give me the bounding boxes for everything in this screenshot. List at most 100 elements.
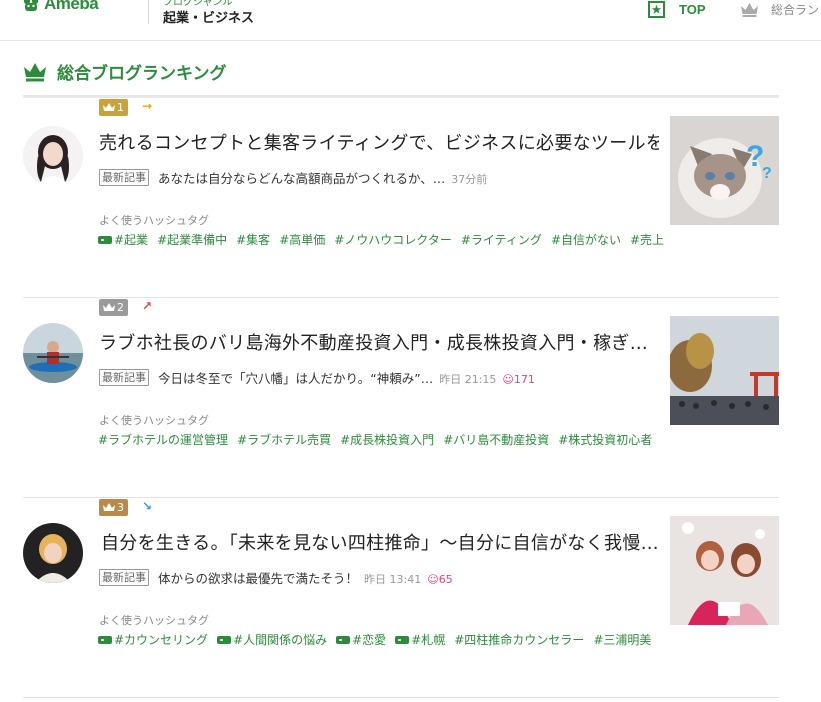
- site-header: Ameba ブログジャンル 起業・ビジネス TOP 総合ラン: [0, 0, 821, 41]
- rank-badge: 1: [99, 99, 128, 116]
- hashtag-label: よく使うハッシュタグ: [99, 414, 209, 427]
- crown-icon: [103, 302, 115, 311]
- rank-badge: 2: [99, 299, 128, 316]
- hashtag-link[interactable]: #カウンセリング: [98, 631, 208, 648]
- article-time: 昨日 21:15: [439, 373, 497, 386]
- hashtag-text: #三浦明美: [593, 633, 652, 647]
- hashtag-text: #バリ島不動産投資: [443, 433, 550, 447]
- hashtag-text: #札幌: [411, 633, 446, 647]
- latest-article[interactable]: 今日は冬至で「穴八幡」は人だかり。“神頼み”… 昨日 21:15 ☺171: [158, 368, 535, 387]
- hashtag-text: #ラブホテルの運営管理: [98, 433, 229, 447]
- blog-title[interactable]: 自分を生きる。「未来を見ない四柱推命」〜自分に自信がなく我慢…: [101, 529, 661, 555]
- avatar-image: [23, 323, 83, 383]
- entry-divider: [23, 697, 779, 698]
- nav-ranking-link[interactable]: 総合ラン: [740, 1, 819, 18]
- hashtag-text: #ライティング: [460, 233, 542, 247]
- star-box-icon: [648, 1, 665, 18]
- hashtag-text: #恋愛: [352, 633, 387, 647]
- thumbnail-image: ? ?: [670, 116, 779, 225]
- hashtag-text: #ラブホテル売買: [237, 433, 332, 447]
- latest-article[interactable]: 体からの欲求は最優先で満たそう！ 昨日 13:41 ☺65: [158, 568, 453, 587]
- hashtag-link[interactable]: #自信がない: [551, 231, 621, 248]
- ticket-icon: [217, 635, 232, 644]
- latest-article-label: 最新記事: [99, 369, 149, 386]
- hashtag-label: よく使うハッシュタグ: [99, 214, 209, 227]
- nav-ranking-label: 総合ラン: [771, 3, 820, 17]
- crown-icon: [103, 102, 115, 111]
- hashtag-list: #起業 #起業準備中 #集客 #高単価 #ノウハウコレクター #ライティング #自信がない #…: [98, 231, 664, 248]
- ticket-icon: [98, 635, 112, 644]
- blog-title[interactable]: ラブホ社長のバリ島海外不動産投資入門・成長株投資入門・稼ぎ…: [99, 329, 659, 355]
- crown-icon: [103, 502, 115, 511]
- rank-number: 1: [117, 101, 124, 114]
- latest-article-text: 今日は冬至で「穴八幡」は人だかり。“神頼み”…: [158, 371, 434, 386]
- hashtag-text: #カウンセリング: [114, 633, 209, 647]
- avatar[interactable]: [23, 126, 83, 186]
- hashtag-text: #高単価: [279, 233, 326, 247]
- avatar-image: [23, 126, 83, 186]
- arrow-up-icon: ↗: [142, 299, 153, 313]
- hashtag-link[interactable]: #成長株投資入門: [340, 431, 434, 448]
- hashtag-text: #成長株投資入門: [340, 433, 435, 447]
- header-divider: [148, 0, 149, 24]
- ranking-section-title: 総合ブログランキング: [23, 59, 227, 84]
- hashtag-list: #カウンセリング #人間関係の悩み #恋愛 #札幌 #四柱推命カウンセラー #三浦明美: [98, 631, 651, 648]
- hashtag-link[interactable]: #集客: [236, 231, 270, 248]
- hashtag-label: よく使うハッシュタグ: [99, 614, 209, 627]
- avatar[interactable]: [23, 523, 83, 583]
- thumbnail-image: [670, 516, 779, 625]
- hashtag-link[interactable]: #三浦明美: [593, 631, 651, 648]
- svg-text:?: ?: [762, 165, 772, 182]
- hashtag-list: #ラブホテルの運営管理 #ラブホテル売買 #成長株投資入門 #バリ島不動産投資 #株式投…: [98, 431, 652, 448]
- ameba-logo[interactable]: Ameba: [22, 0, 99, 14]
- ranking-entry-1: 1 → 売れるコンセプトと集客ライティングで、ビジネスに必要なツールを… 最新記…: [23, 98, 779, 298]
- hashtag-link[interactable]: #起業: [98, 231, 148, 248]
- hashtag-text: #人間関係の悩み: [233, 633, 328, 647]
- smile-icon: ☺: [502, 373, 514, 386]
- hashtag-link[interactable]: #ライティング: [461, 231, 542, 248]
- likes-value: 65: [438, 573, 453, 586]
- avatar[interactable]: [23, 323, 83, 383]
- hashtag-link[interactable]: #起業準備中: [157, 231, 227, 248]
- ameba-logo-icon: [23, 0, 39, 11]
- crown-icon: [741, 3, 758, 17]
- avatar-image: [23, 523, 83, 583]
- hashtag-link[interactable]: #ラブホテル売買: [237, 431, 331, 448]
- article-thumbnail[interactable]: ? ?: [670, 116, 779, 225]
- hashtag-link[interactable]: #四柱推命カウンセラー: [454, 631, 584, 648]
- category-label[interactable]: 起業・ビジネス: [163, 7, 254, 26]
- hashtag-text: #自信がない: [550, 233, 621, 247]
- arrow-down-icon: ↘: [142, 499, 153, 513]
- hashtag-link[interactable]: #高単価: [279, 231, 325, 248]
- ticket-icon: [98, 235, 112, 244]
- rank-number: 3: [117, 501, 124, 514]
- blog-title[interactable]: 売れるコンセプトと集客ライティングで、ビジネスに必要なツールを…: [99, 129, 659, 155]
- arrow-flat-icon: →: [142, 99, 153, 113]
- article-thumbnail[interactable]: [670, 316, 779, 425]
- section-title-text: 総合ブログランキング: [57, 64, 227, 84]
- latest-article-text: あなたは自分ならどんな高額商品がつくれるか、…: [158, 171, 446, 186]
- ranking-entry-2: 2 ↗ ラブホ社長のバリ島海外不動産投資入門・成長株投資入門・稼ぎ… 最新記事 …: [23, 298, 779, 498]
- hashtag-link[interactable]: #ノウハウコレクター: [334, 231, 452, 248]
- hashtag-link[interactable]: #バリ島不動産投資: [443, 431, 549, 448]
- hashtag-text: #起業: [114, 233, 149, 247]
- nav-top-label: TOP: [679, 2, 706, 17]
- likes-value: 171: [513, 373, 535, 386]
- hashtag-text: #売上: [630, 233, 665, 247]
- ranking-entry-3: 3 ↘ 自分を生きる。「未来を見ない四柱推命」〜自分に自信がなく我慢… 最新記事…: [23, 498, 779, 698]
- hashtag-text: #四柱推命カウンセラー: [454, 633, 585, 647]
- latest-article-label: 最新記事: [99, 169, 149, 186]
- latest-article-label: 最新記事: [99, 569, 149, 586]
- nav-top-link[interactable]: TOP: [648, 1, 706, 18]
- hashtag-link[interactable]: #株式投資初心者: [558, 431, 652, 448]
- hashtag-link[interactable]: #人間関係の悩み: [217, 631, 327, 648]
- latest-article-text: 体からの欲求は最優先で満たそう！: [158, 571, 359, 586]
- hashtag-text: #ノウハウコレクター: [334, 233, 452, 247]
- article-thumbnail[interactable]: [670, 516, 779, 625]
- hashtag-link[interactable]: #売上: [630, 231, 664, 248]
- thumbnail-image: [670, 316, 779, 425]
- hashtag-link[interactable]: #恋愛: [336, 631, 386, 648]
- hashtag-link[interactable]: #札幌: [395, 631, 445, 648]
- latest-article[interactable]: あなたは自分ならどんな高額商品がつくれるか、… 37分前: [158, 168, 487, 187]
- hashtag-link[interactable]: #ラブホテルの運営管理: [98, 431, 228, 448]
